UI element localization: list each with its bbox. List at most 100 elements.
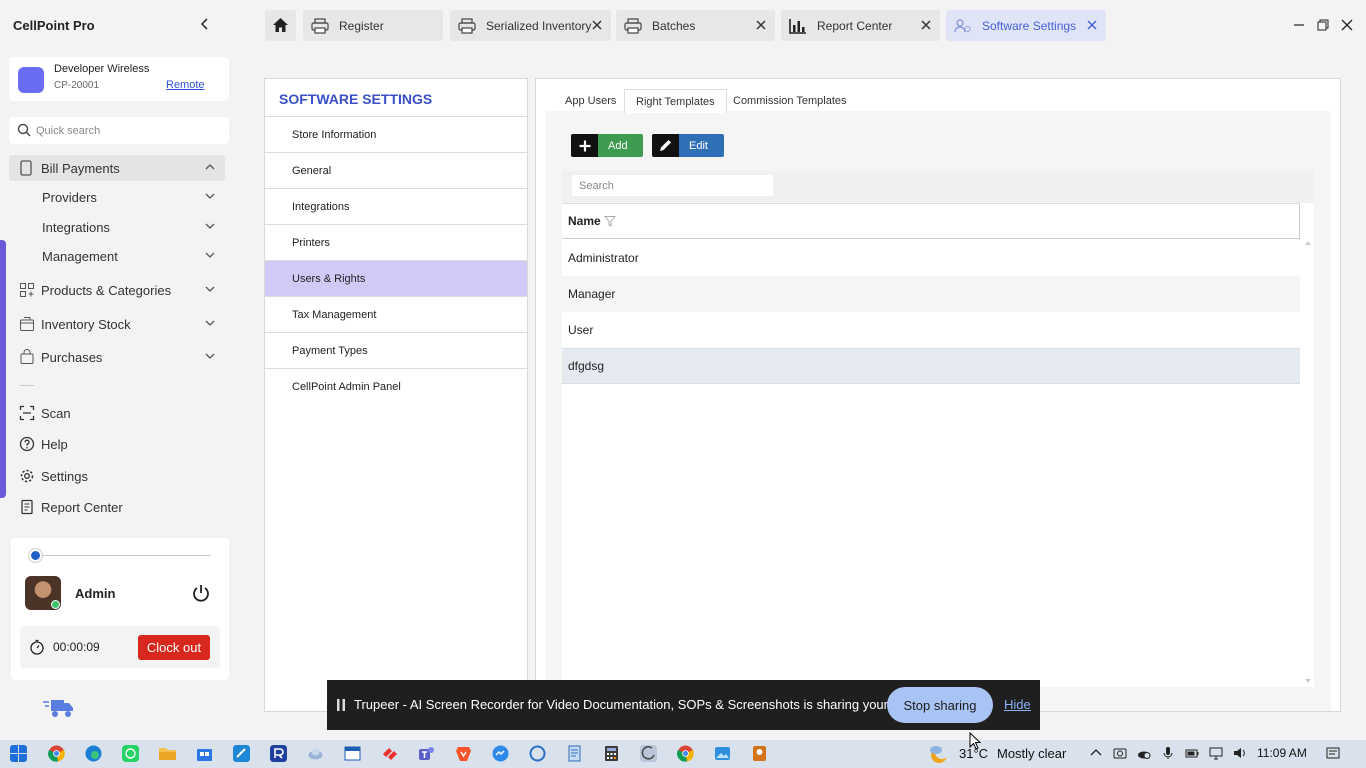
close-icon[interactable] xyxy=(920,19,932,31)
tab-app-users[interactable]: App Users xyxy=(554,89,627,113)
stop-sharing-button[interactable]: Stop sharing xyxy=(887,687,993,723)
file-explorer-icon[interactable] xyxy=(159,745,176,762)
close-icon[interactable] xyxy=(755,19,767,31)
chevron-up-icon[interactable] xyxy=(1089,746,1103,760)
truck-icon[interactable] xyxy=(42,697,74,719)
notepad-icon[interactable] xyxy=(566,745,583,762)
quick-search-input[interactable] xyxy=(36,121,221,140)
help-icon xyxy=(19,436,35,452)
restore-icon[interactable] xyxy=(1317,19,1329,31)
camera-icon[interactable] xyxy=(1113,746,1127,760)
table-row[interactable]: User xyxy=(562,312,1300,348)
sidebar-item-products-categories[interactable]: Products & Categories xyxy=(9,277,225,303)
sidebar-item-help[interactable]: Help xyxy=(9,431,225,457)
tab-register[interactable]: Register xyxy=(303,10,443,41)
sidebar-item-management[interactable]: Management xyxy=(9,243,225,269)
clock-out-button[interactable]: Clock out xyxy=(138,635,210,660)
filter-icon[interactable] xyxy=(603,215,616,227)
settings-menu-panel: SOFTWARE SETTINGS Store Information Gene… xyxy=(264,78,528,712)
windows-start-icon[interactable] xyxy=(10,745,27,762)
calendar-icon[interactable] xyxy=(344,745,361,762)
tab-label: Report Center xyxy=(817,18,893,33)
sidebar-item-report-center[interactable]: Report Center xyxy=(9,494,225,520)
chrome-icon[interactable] xyxy=(677,745,694,762)
edge-dev-icon[interactable] xyxy=(529,745,546,762)
box-icon xyxy=(19,316,35,332)
tab-commission-templates[interactable]: Commission Templates xyxy=(722,89,858,113)
chrome-icon[interactable] xyxy=(48,745,65,762)
menu-item-cellpoint-admin-panel[interactable]: CellPoint Admin Panel xyxy=(265,368,527,404)
report-icon xyxy=(19,499,35,515)
sidebar-item-settings[interactable]: Settings xyxy=(9,463,225,489)
messenger-icon[interactable] xyxy=(492,745,509,762)
menu-item-store-information[interactable]: Store Information xyxy=(265,116,527,152)
hide-banner-link[interactable]: Hide xyxy=(1004,697,1031,712)
home-tab[interactable] xyxy=(265,10,296,41)
power-icon[interactable] xyxy=(191,583,211,603)
grid-search-input[interactable] xyxy=(572,175,773,196)
tab-batches[interactable]: Batches xyxy=(616,10,775,41)
sidebar-item-inventory-stock[interactable]: Inventory Stock xyxy=(9,311,225,337)
tab-label: Serialized Inventory xyxy=(486,18,592,33)
tab-label: Batches xyxy=(652,18,696,33)
column-separator xyxy=(1299,204,1300,240)
menu-item-general[interactable]: General xyxy=(265,152,527,188)
battery-icon[interactable] xyxy=(1185,746,1199,760)
speaker-icon[interactable] xyxy=(1233,746,1247,760)
table-row[interactable]: dfgdsg xyxy=(562,348,1300,384)
add-label: Add xyxy=(608,139,628,152)
menu-item-payment-types[interactable]: Payment Types xyxy=(265,332,527,368)
tab-label: Software Settings xyxy=(982,18,1077,33)
menu-item-printers[interactable]: Printers xyxy=(265,224,527,260)
photos-icon[interactable] xyxy=(714,745,731,762)
menu-item-users-rights[interactable]: Users & Rights xyxy=(265,260,527,296)
sidebar-item-integrations[interactable]: Integrations xyxy=(9,214,225,240)
weather-moon-icon[interactable] xyxy=(928,743,950,765)
cloud-app-icon[interactable] xyxy=(307,745,324,762)
onedrive-icon[interactable] xyxy=(1137,746,1151,760)
tab-serialized-inventory[interactable]: Serialized Inventory xyxy=(450,10,611,41)
sidebar-item-scan[interactable]: Scan xyxy=(9,400,225,426)
network-icon[interactable] xyxy=(1209,746,1223,760)
notifications-icon[interactable] xyxy=(1326,746,1340,760)
sidebar-item-bill-payments[interactable]: Bill Payments xyxy=(9,155,225,181)
sidebar-item-purchases[interactable]: Purchases xyxy=(9,344,225,370)
slider-knob[interactable] xyxy=(29,549,42,562)
calculator-icon[interactable] xyxy=(603,745,620,762)
close-icon[interactable] xyxy=(1086,19,1098,31)
brave-icon[interactable] xyxy=(455,745,472,762)
settings-title: SOFTWARE SETTINGS xyxy=(279,91,433,107)
close-window-icon[interactable] xyxy=(1341,19,1353,31)
menu-item-tax-management[interactable]: Tax Management xyxy=(265,296,527,332)
clock-box: 00:00:09 Clock out xyxy=(20,626,220,668)
edge-icon[interactable] xyxy=(85,745,102,762)
table-row[interactable]: Manager xyxy=(562,276,1300,312)
anydesk-icon[interactable] xyxy=(381,745,398,762)
teams-icon[interactable] xyxy=(418,745,435,762)
loading-app-icon[interactable] xyxy=(640,745,657,762)
add-button[interactable]: Add xyxy=(571,134,643,157)
app-icon[interactable] xyxy=(751,745,768,762)
minimize-icon[interactable] xyxy=(1293,19,1305,31)
app-icon[interactable] xyxy=(233,745,250,762)
menu-item-integrations[interactable]: Integrations xyxy=(265,188,527,224)
sidebar-item-label: Report Center xyxy=(41,499,123,515)
store-id: CP-20001 xyxy=(54,80,100,91)
microphone-icon[interactable] xyxy=(1161,746,1175,760)
column-header-name[interactable]: Name xyxy=(562,203,1300,240)
tab-report-center[interactable]: Report Center xyxy=(781,10,940,41)
collapse-sidebar-icon[interactable] xyxy=(200,17,210,33)
table-row[interactable]: Administrator xyxy=(562,240,1300,276)
scrollbar[interactable] xyxy=(1304,239,1312,687)
tab-software-settings[interactable]: Software Settings xyxy=(946,10,1106,41)
whatsapp-icon[interactable] xyxy=(122,745,139,762)
sidebar-item-providers[interactable]: Providers xyxy=(9,184,225,210)
edit-button[interactable]: Edit xyxy=(652,134,724,157)
chevron-down-icon xyxy=(205,320,215,326)
remote-link[interactable]: Remote xyxy=(166,79,205,91)
grid-toolbar xyxy=(562,171,1314,203)
cellpoint-app-icon[interactable] xyxy=(270,745,287,762)
close-icon[interactable] xyxy=(591,19,603,31)
store-app-icon[interactable] xyxy=(196,745,213,762)
tab-right-templates[interactable]: Right Templates xyxy=(624,89,727,113)
